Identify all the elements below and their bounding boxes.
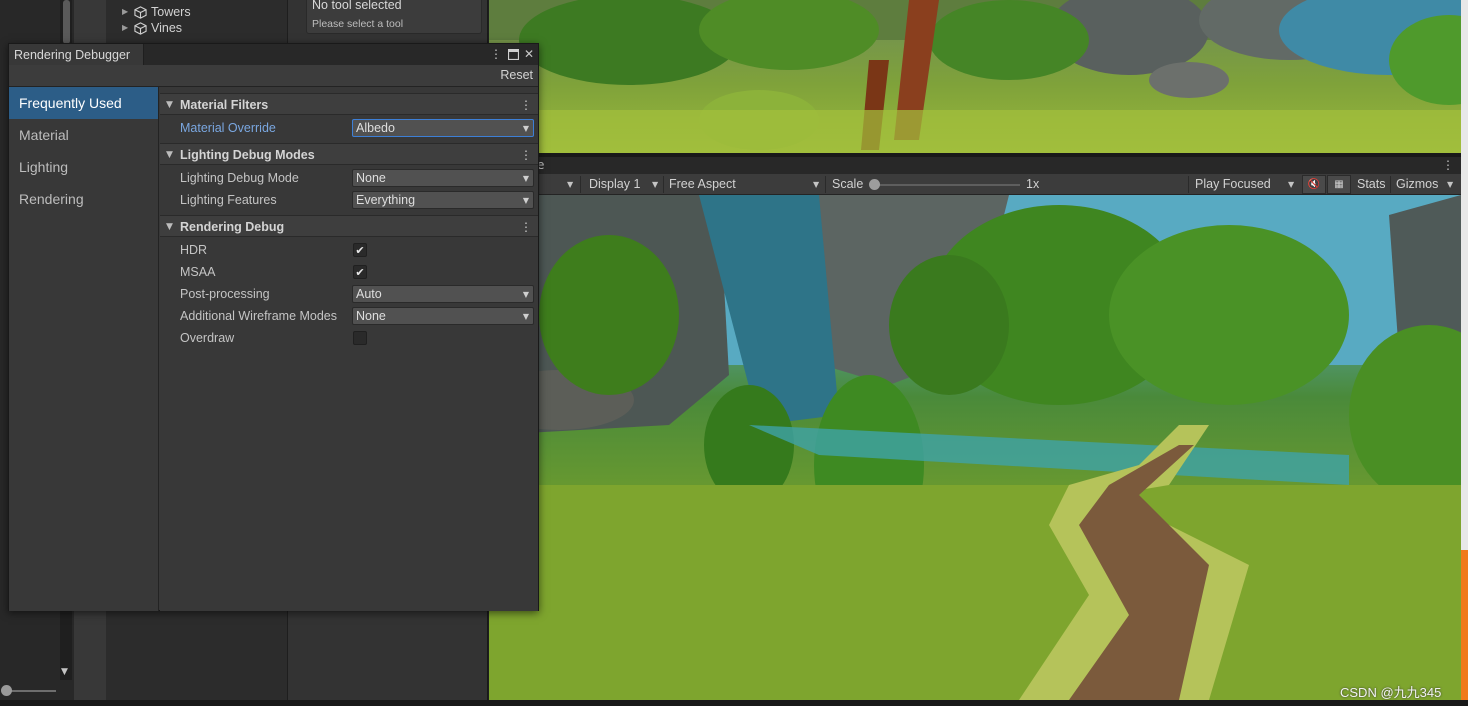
cube-icon	[134, 5, 147, 19]
msaa-label: MSAA	[180, 265, 216, 279]
section-menu-icon[interactable]: ⋮	[520, 216, 532, 238]
debugger-content: ▼ Material Filters ⋮ Material Override A…	[160, 87, 538, 611]
section-lighting-debug-modes[interactable]: ▼ Lighting Debug Modes ⋮	[160, 143, 538, 165]
lighting-features-dropdown[interactable]: Everything ▼	[352, 191, 534, 209]
section-material-filters[interactable]: ▼ Material Filters ⋮	[160, 93, 538, 115]
tool-status-title: No tool selected	[312, 0, 402, 12]
section-menu-icon[interactable]: ⋮	[520, 94, 532, 116]
chevron-down-icon: ▼	[522, 312, 529, 321]
lighting-debug-mode-label: Lighting Debug Mode	[180, 171, 299, 185]
game-viewport[interactable]	[489, 195, 1461, 700]
display-dropdown[interactable]: Display 1	[589, 174, 640, 195]
toolbar-separator	[1188, 176, 1189, 193]
cube-icon	[134, 21, 147, 35]
expand-arrow-icon[interactable]: ▶	[122, 4, 130, 20]
icon-size-slider[interactable]	[6, 690, 56, 692]
scale-value: 1x	[1026, 177, 1040, 191]
material-override-label: Material Override	[180, 121, 276, 135]
rendering-debugger-tab[interactable]: Rendering Debugger	[9, 44, 144, 66]
lighting-debug-mode-dropdown[interactable]: None ▼	[352, 169, 534, 187]
chevron-down-icon[interactable]: ▼	[1288, 174, 1294, 195]
material-override-dropdown[interactable]: Albedo ▼	[352, 119, 534, 137]
chevron-down-icon[interactable]: ▼	[652, 174, 658, 195]
post-processing-dropdown[interactable]: Auto ▼	[352, 285, 534, 303]
rendering-debugger-window: Rendering Debugger ⋮ ✕ Reset Frequently …	[8, 43, 539, 611]
checkmark-icon: ✔	[355, 244, 365, 257]
window-edge	[1461, 0, 1468, 700]
sidebar-item-frequently-used[interactable]: Frequently Used	[9, 87, 158, 119]
hierarchy-item-label: Vines	[151, 21, 183, 35]
section-title: Lighting Debug Modes	[180, 148, 315, 162]
sidebar-item-rendering[interactable]: Rendering	[9, 183, 158, 215]
foldout-arrow-icon[interactable]: ▼	[166, 144, 173, 166]
grid-icon[interactable]: ▦	[1327, 175, 1351, 194]
maximize-icon[interactable]	[506, 46, 520, 62]
hdr-checkbox[interactable]: ✔	[353, 243, 367, 257]
wireframe-modes-label: Additional Wireframe Modes	[180, 309, 338, 323]
game-view-tabbar	[489, 157, 1461, 174]
scale-slider-knob[interactable]	[869, 179, 880, 190]
dropdown-value: Albedo	[356, 121, 395, 135]
scene-render-image	[489, 0, 1461, 153]
aspect-dropdown[interactable]: Free Aspect	[669, 174, 736, 195]
watermark-text: CSDN @九九345	[1340, 685, 1442, 700]
more-options-icon[interactable]: ⋮	[489, 46, 503, 62]
debugger-sidebar: Frequently Used Material Lighting Render…	[9, 87, 159, 611]
reset-button[interactable]: Reset	[500, 65, 533, 86]
section-title: Material Filters	[180, 98, 269, 112]
toolbar-separator	[663, 176, 664, 193]
section-rendering-debug[interactable]: ▼ Rendering Debug ⋮	[160, 215, 538, 237]
scroll-down-arrow-icon[interactable]: ▼	[61, 667, 68, 677]
toolbar-separator	[825, 176, 826, 193]
checkmark-icon: ✔	[355, 266, 365, 279]
gizmos-button[interactable]: Gizmos	[1396, 174, 1438, 195]
dropdown-value: Everything	[356, 193, 416, 207]
expand-arrow-icon[interactable]: ▶	[122, 20, 130, 36]
chevron-down-icon: ▼	[522, 174, 529, 183]
chevron-down-icon: ▼	[522, 290, 529, 299]
section-title: Rendering Debug	[180, 220, 285, 234]
hierarchy-item-vines[interactable]: ▶ Vines	[122, 20, 182, 36]
chevron-down-icon[interactable]: ▼	[813, 174, 819, 195]
toolbar-separator	[1390, 176, 1391, 193]
dropdown-value: None	[356, 309, 386, 323]
chevron-down-icon: ▼	[522, 196, 529, 205]
overdraw-label: Overdraw	[180, 331, 235, 345]
game-render-image	[489, 195, 1461, 700]
game-dropdown-caret-icon[interactable]: ▼	[567, 174, 573, 195]
stats-button[interactable]: Stats	[1357, 174, 1386, 195]
play-mode-dropdown[interactable]: Play Focused	[1195, 174, 1271, 195]
post-processing-label: Post-processing	[180, 287, 270, 301]
scene-viewport[interactable]	[489, 0, 1461, 153]
overdraw-checkbox[interactable]	[353, 331, 367, 345]
hierarchy-item-towers[interactable]: ▶ Towers	[122, 4, 191, 20]
hdr-label: HDR	[180, 243, 208, 257]
toolbar-separator	[580, 176, 581, 193]
icon-size-slider-knob[interactable]	[1, 685, 12, 696]
debugger-toolbar: Reset	[9, 65, 538, 87]
dropdown-value: Auto	[356, 287, 382, 301]
foldout-arrow-icon[interactable]: ▼	[166, 94, 173, 116]
lighting-features-label: Lighting Features	[180, 193, 277, 207]
dropdown-value: None	[356, 171, 386, 185]
hierarchy-item-label: Towers	[151, 5, 191, 19]
status-bar	[0, 700, 1468, 706]
sidebar-item-material[interactable]: Material	[9, 119, 158, 151]
mute-audio-icon[interactable]: 🔇	[1302, 175, 1326, 194]
scale-label: Scale	[832, 177, 864, 191]
more-options-icon[interactable]: ⋮	[1442, 157, 1454, 173]
project-scrollbar-thumb[interactable]	[63, 0, 70, 44]
sidebar-item-lighting[interactable]: Lighting	[9, 151, 158, 183]
foldout-arrow-icon[interactable]: ▼	[166, 216, 173, 238]
tool-status-subtitle: Please select a tool	[312, 18, 404, 30]
wireframe-modes-dropdown[interactable]: None ▼	[352, 307, 534, 325]
scale-slider[interactable]	[875, 184, 1020, 186]
section-menu-icon[interactable]: ⋮	[520, 144, 532, 166]
chevron-down-icon[interactable]: ▼	[1447, 174, 1453, 195]
close-icon[interactable]: ✕	[522, 46, 536, 62]
msaa-checkbox[interactable]: ✔	[353, 265, 367, 279]
chevron-down-icon: ▼	[522, 124, 529, 133]
